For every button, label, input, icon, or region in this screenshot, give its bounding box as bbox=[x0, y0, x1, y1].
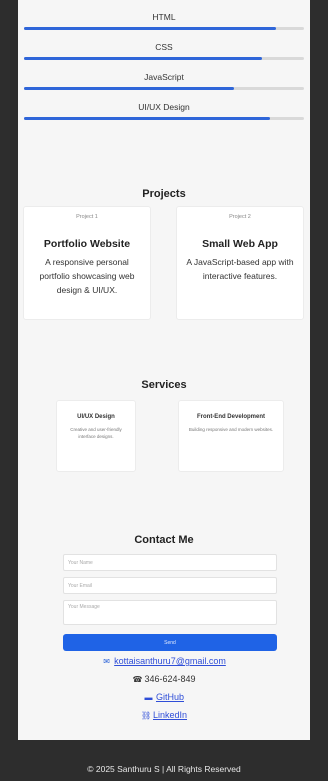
laptop-icon: ▬ bbox=[144, 693, 153, 702]
project-description: A JavaScript-based app with interactive … bbox=[186, 257, 294, 281]
project-card[interactable]: Project 2 Small Web App A JavaScript-bas… bbox=[176, 206, 304, 320]
phone-number: 346-624-849 bbox=[144, 674, 196, 684]
project-image: Project 2 bbox=[229, 214, 251, 220]
projects-title: Projects bbox=[142, 188, 186, 200]
contact-email: ✉ kottaisanthuru7@gmail.com bbox=[18, 656, 310, 666]
skill-bar bbox=[24, 87, 304, 90]
project-card[interactable]: Project 1 Portfolio Website A responsive… bbox=[23, 206, 151, 320]
service-title: Front-End Development bbox=[196, 414, 265, 420]
email-link[interactable]: kottaisanthuru7@gmail.com bbox=[114, 656, 226, 666]
service-card: Front-End Development Building responsiv… bbox=[178, 400, 284, 472]
footer: © 2025 Santhuru S | All Rights Reserved bbox=[87, 764, 241, 774]
skill-bar bbox=[24, 27, 304, 30]
skill-label: JavaScript bbox=[144, 72, 184, 82]
skill-uiux: UI/UX Design bbox=[18, 96, 310, 126]
project-description: A responsive personal portfolio showcasi… bbox=[39, 257, 135, 295]
message-field[interactable] bbox=[63, 600, 277, 625]
service-title: UI/UX Design bbox=[77, 414, 115, 420]
github-link[interactable]: GitHub bbox=[156, 692, 184, 702]
project-title: Portfolio Website bbox=[43, 238, 131, 250]
contact-linkedin: ⛓ LinkedIn bbox=[18, 710, 310, 720]
link-icon: ⛓ bbox=[140, 711, 152, 720]
skill-css: CSS bbox=[18, 36, 310, 66]
contact-github: ▬ GitHub bbox=[18, 692, 310, 702]
service-description: Building responsive and modern websites. bbox=[188, 427, 274, 432]
skill-bar bbox=[24, 57, 304, 60]
contact-phone: ☎ 346-624-849 bbox=[18, 674, 310, 684]
service-description: Creative and user-friendly interface des… bbox=[70, 427, 122, 439]
name-field[interactable] bbox=[63, 554, 277, 571]
skill-bar-fill bbox=[24, 27, 276, 30]
service-card: UI/UX Design Creative and user-friendly … bbox=[56, 400, 136, 472]
linkedin-link[interactable]: LinkedIn bbox=[153, 710, 187, 720]
skill-bar-fill bbox=[24, 87, 234, 90]
skill-html: HTML bbox=[18, 6, 310, 36]
skill-bar bbox=[24, 117, 304, 120]
skill-javascript: JavaScript bbox=[18, 66, 310, 96]
skill-bar-fill bbox=[24, 117, 271, 120]
skill-label: UI/UX Design bbox=[138, 102, 190, 112]
skill-bar-fill bbox=[24, 57, 262, 60]
send-button[interactable]: Send bbox=[63, 634, 277, 651]
project-image: Project 1 bbox=[76, 214, 98, 220]
skill-label: HTML bbox=[152, 12, 176, 22]
email-field[interactable] bbox=[63, 577, 277, 594]
main-content: HTML CSS JavaScript UI/UX Design Project… bbox=[18, 0, 310, 740]
phone-icon: ☎ bbox=[132, 675, 143, 684]
skill-label: CSS bbox=[155, 42, 173, 52]
email-icon: ✉ bbox=[103, 657, 110, 666]
contact-title: Contact Me bbox=[134, 534, 194, 546]
project-title: Small Web App bbox=[202, 238, 278, 250]
skills-section: HTML CSS JavaScript UI/UX Design bbox=[18, 6, 310, 126]
services-title: Services bbox=[141, 379, 187, 391]
